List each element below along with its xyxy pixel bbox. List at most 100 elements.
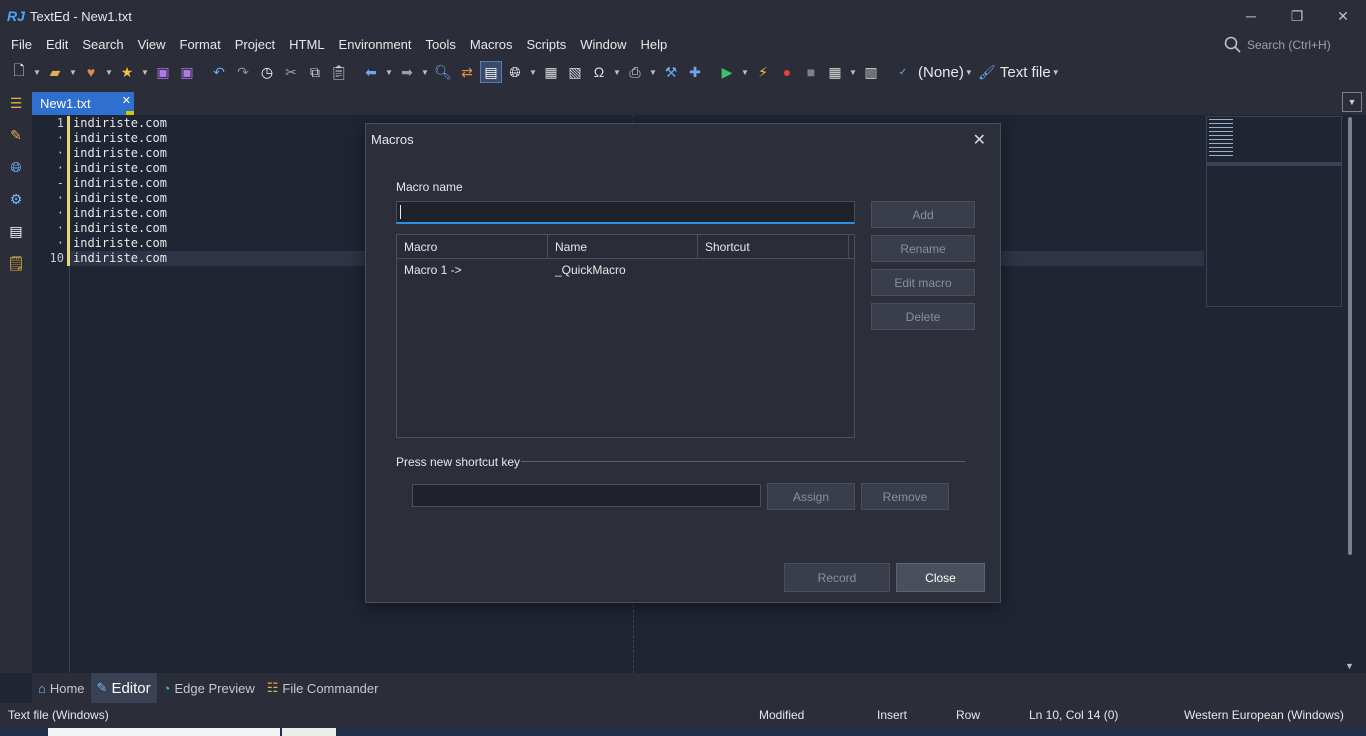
- validator-icon[interactable]: ⚙: [0, 183, 32, 215]
- menu-search[interactable]: Search: [75, 32, 130, 57]
- stop-icon[interactable]: ■: [800, 61, 822, 83]
- menu-environment[interactable]: Environment: [332, 32, 419, 57]
- grid-icon[interactable]: ▦: [824, 61, 846, 83]
- column-macro[interactable]: Macro: [397, 235, 548, 259]
- menu-macros[interactable]: Macros: [463, 32, 520, 57]
- shortcut-key-input[interactable]: [412, 484, 761, 507]
- file-type-select[interactable]: Text file: [1000, 64, 1051, 81]
- favorites-dropdown[interactable]: ▼: [104, 61, 114, 83]
- tools-icon[interactable]: ⚒: [660, 61, 682, 83]
- html-tag-icon[interactable]: ▦: [540, 61, 562, 83]
- redo-icon[interactable]: ↷: [232, 61, 254, 83]
- remove-button[interactable]: Remove: [861, 483, 949, 510]
- new-file-dropdown[interactable]: ▼: [32, 61, 42, 83]
- menu-scripts[interactable]: Scripts: [520, 32, 574, 57]
- restore-button[interactable]: ❐: [1274, 0, 1320, 32]
- forward-dropdown[interactable]: ▼: [420, 61, 430, 83]
- menu-window[interactable]: Window: [573, 32, 633, 57]
- document-tree-icon[interactable]: ☰: [0, 87, 32, 119]
- bottom-tab-home[interactable]: ⌂ Home: [32, 673, 91, 703]
- rename-button[interactable]: Rename: [871, 235, 975, 262]
- macro-list[interactable]: Macro Name Shortcut Macro 1 -> _QuickMac…: [396, 234, 855, 438]
- vertical-scrollbar[interactable]: ▼: [1342, 115, 1358, 673]
- menu-project[interactable]: Project: [228, 32, 282, 57]
- run-dropdown[interactable]: ▼: [740, 61, 750, 83]
- dialog-close-icon[interactable]: ✕: [973, 130, 986, 150]
- edit-macro-button[interactable]: Edit macro: [871, 269, 975, 296]
- print-icon[interactable]: ⎙: [624, 61, 646, 83]
- record-icon[interactable]: ●: [776, 61, 798, 83]
- delete-button[interactable]: Delete: [871, 303, 975, 330]
- scroll-down-arrow[interactable]: ▼: [1345, 661, 1354, 671]
- snippets-icon[interactable]: ▤: [0, 215, 32, 247]
- close-window-button[interactable]: ✕: [1320, 0, 1366, 32]
- file-type-dropdown[interactable]: ▼: [1051, 61, 1061, 83]
- back-icon[interactable]: ⬅: [360, 61, 382, 83]
- cut-icon[interactable]: ✂: [280, 61, 302, 83]
- status-encoding[interactable]: Western European (Windows): [1184, 703, 1344, 728]
- record-button[interactable]: Record: [784, 563, 890, 592]
- column-name[interactable]: Name: [548, 235, 698, 259]
- clips-icon[interactable]: ✎: [0, 119, 32, 151]
- menu-view[interactable]: View: [131, 32, 173, 57]
- spell-mode-select[interactable]: (None): [918, 64, 964, 81]
- brush-icon[interactable]: 🖌︎: [976, 61, 998, 83]
- lightning-icon[interactable]: ⚡︎: [752, 61, 774, 83]
- layout-icon[interactable]: ▥: [860, 61, 882, 83]
- omega-icon[interactable]: Ω: [588, 61, 610, 83]
- spell-mode-dropdown[interactable]: ▼: [964, 61, 974, 83]
- bottom-tab-edge-preview[interactable]: ◔ Edge Preview: [157, 673, 261, 703]
- status-insert-mode[interactable]: Insert: [877, 703, 907, 728]
- back-dropdown[interactable]: ▼: [384, 61, 394, 83]
- minimize-button[interactable]: ─: [1228, 0, 1274, 32]
- menu-file[interactable]: File: [4, 32, 39, 57]
- print-dropdown[interactable]: ▼: [648, 61, 658, 83]
- bottom-tab-editor[interactable]: ✎ Editor: [90, 673, 157, 703]
- column-shortcut[interactable]: Shortcut: [698, 235, 849, 259]
- browser-preview-icon[interactable]: ▤: [480, 61, 502, 83]
- globe-panel-icon[interactable]: 🌐︎: [0, 151, 32, 183]
- star-dropdown[interactable]: ▼: [140, 61, 150, 83]
- replace-icon[interactable]: ⇄: [456, 61, 478, 83]
- globe-icon[interactable]: 🌐︎: [504, 61, 526, 83]
- macro-name-input[interactable]: [396, 201, 855, 224]
- tab-close-icon[interactable]: ✕: [122, 94, 131, 107]
- run-icon[interactable]: ▶: [716, 61, 738, 83]
- menu-format[interactable]: Format: [173, 32, 228, 57]
- tab-new1[interactable]: New1.txt ✕: [32, 92, 134, 115]
- scrollbar-thumb[interactable]: [1348, 117, 1352, 555]
- plugin-icon[interactable]: ✚: [684, 61, 706, 83]
- forward-icon[interactable]: ➡: [396, 61, 418, 83]
- save-icon[interactable]: ▣: [152, 61, 174, 83]
- favorites-icon[interactable]: ♥: [80, 61, 102, 83]
- minimap[interactable]: [1206, 116, 1342, 307]
- globe-dropdown[interactable]: ▼: [528, 61, 538, 83]
- paste-icon[interactable]: 📋︎: [328, 61, 350, 83]
- open-folder-icon[interactable]: ▰: [44, 61, 66, 83]
- open-dropdown[interactable]: ▼: [68, 61, 78, 83]
- assign-button[interactable]: Assign: [767, 483, 855, 510]
- grid-dropdown[interactable]: ▼: [848, 61, 858, 83]
- find-icon[interactable]: 🔍︎: [432, 61, 454, 83]
- new-file-icon[interactable]: 🗋: [8, 61, 30, 83]
- menu-help[interactable]: Help: [634, 32, 675, 57]
- star-icon[interactable]: ★: [116, 61, 138, 83]
- global-search[interactable]: Search (Ctrl+H): [1224, 32, 1354, 57]
- bottom-tab-file-commander[interactable]: ☷ File Commander: [261, 673, 385, 703]
- close-button[interactable]: Close: [896, 563, 985, 592]
- menu-edit[interactable]: Edit: [39, 32, 75, 57]
- history-icon[interactable]: ◷: [256, 61, 278, 83]
- undo-icon[interactable]: ↶: [208, 61, 230, 83]
- copy-icon[interactable]: ⧉: [304, 61, 326, 83]
- macro-row[interactable]: Macro 1 -> _QuickMacro: [397, 261, 854, 279]
- menu-tools[interactable]: Tools: [419, 32, 463, 57]
- html-image-icon[interactable]: ▧: [564, 61, 586, 83]
- status-selection-mode[interactable]: Row: [956, 703, 980, 728]
- spellcheck-icon[interactable]: ✓: [892, 61, 914, 83]
- save-all-icon[interactable]: ▣: [176, 61, 198, 83]
- add-button[interactable]: Add: [871, 201, 975, 228]
- menu-html[interactable]: HTML: [282, 32, 331, 57]
- notes-icon[interactable]: 🗒︎: [0, 247, 32, 279]
- tab-list-dropdown[interactable]: ▼: [1342, 92, 1362, 112]
- omega-dropdown[interactable]: ▼: [612, 61, 622, 83]
